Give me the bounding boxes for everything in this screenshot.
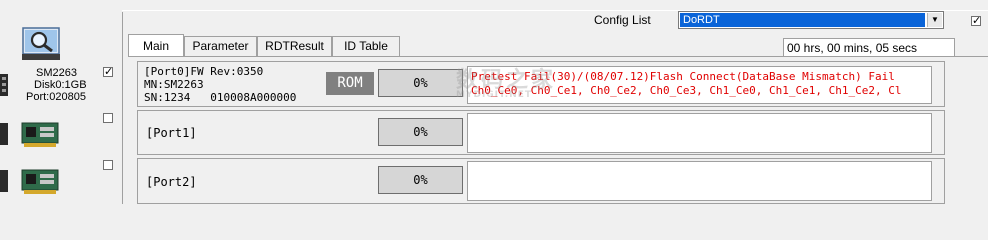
port0-progress: 0%	[378, 69, 463, 97]
slot1-connector-icon	[0, 123, 8, 145]
search-device-icon[interactable]	[22, 27, 60, 61]
config-selected-value: DoRDT	[680, 13, 925, 27]
elapsed-timer: 00 hrs, 00 mins, 05 secs	[783, 38, 955, 58]
card-reader-icon[interactable]	[20, 166, 60, 196]
config-list-dropdown[interactable]: DoRDT ▼	[678, 11, 944, 29]
tab-id-table[interactable]: ID Table	[332, 36, 400, 56]
chevron-down-icon[interactable]: ▼	[927, 13, 942, 27]
port0-message-box: Pretest Fail(30)/(08/07.12)Flash Connect…	[467, 66, 932, 104]
device-disk: Disk0:1GB	[34, 79, 87, 91]
device-port: Port:020805	[26, 91, 86, 103]
port1-progress: 0%	[378, 118, 463, 146]
slot2-connector-icon	[0, 170, 8, 192]
slot1-checkbox[interactable]	[103, 113, 113, 123]
config-list-label: Config List	[594, 13, 651, 27]
port1-label: [Port1]	[146, 126, 197, 140]
port0-serial-number: SN:1234 010008A000000	[144, 91, 297, 104]
port0-error-message: Pretest Fail(30)/(08/07.12)Flash Connect…	[471, 70, 901, 98]
port2-label: [Port2]	[146, 175, 197, 189]
card-reader-icon[interactable]	[20, 119, 60, 149]
app-window: SM2263 Disk0:1GB Port:020805 ✓ Config Li…	[0, 0, 988, 204]
port0-info: [Port0]FW Rev:0350 MN:SM2263 SN:1234 010…	[144, 65, 296, 104]
port2-progress: 0%	[378, 166, 463, 194]
sidebar-divider	[122, 12, 123, 204]
tab-main[interactable]: Main	[128, 34, 184, 56]
port1-message-box	[467, 113, 932, 153]
check-mark-icon: ✓	[104, 65, 114, 78]
port0-error-line2: Ch0_Ce0, Ch0_Ce1, Ch0_Ce2, Ch0_Ce3, Ch1_…	[471, 84, 902, 97]
device-connector-icon	[0, 74, 8, 96]
slot2-checkbox[interactable]	[103, 160, 113, 170]
config-enable-checkbox[interactable]: ✓	[971, 14, 982, 27]
rom-mode-badge: ROM	[326, 72, 374, 95]
tab-parameter[interactable]: Parameter	[184, 36, 257, 56]
port0-fw-rev: [Port0]FW Rev:0350	[144, 65, 264, 78]
tab-rdtresult[interactable]: RDTResult	[257, 36, 332, 56]
port0-error-line1: Pretest Fail(30)/(08/07.12)Flash Connect…	[471, 70, 895, 83]
port2-message-box	[467, 161, 932, 201]
device-select-checkbox[interactable]: ✓	[103, 65, 114, 78]
check-mark-icon: ✓	[972, 14, 982, 27]
port0-model-number: MN:SM2263	[144, 78, 204, 91]
